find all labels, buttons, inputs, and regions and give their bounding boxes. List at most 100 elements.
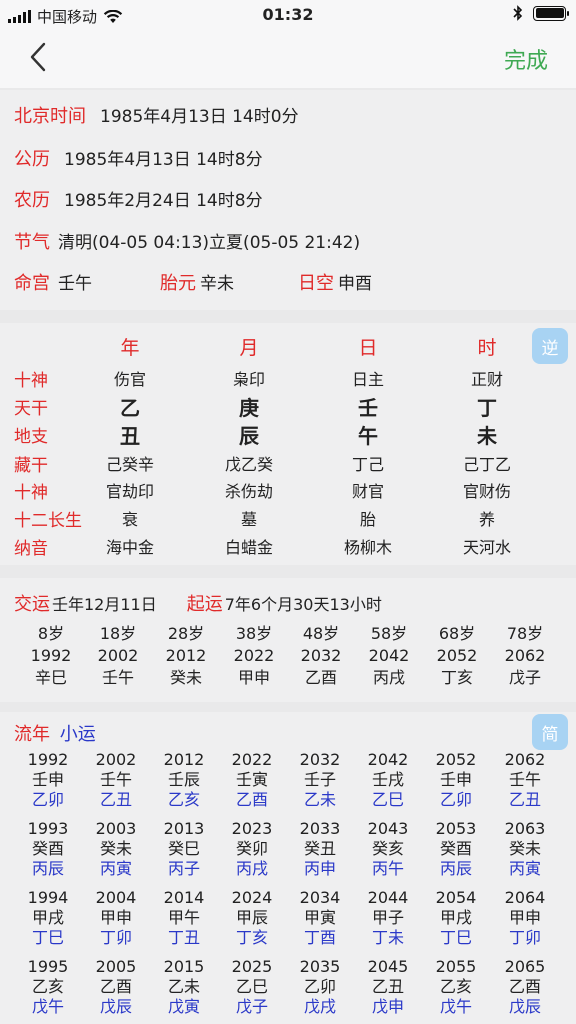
dayun-column: 48岁 2032 乙酉 bbox=[287, 623, 355, 689]
liunian-column: 2015 乙未 戊寅 bbox=[150, 957, 218, 1017]
liunian-ganzhi: 癸酉 bbox=[31, 839, 64, 858]
rikong-label: 日空 bbox=[298, 273, 334, 294]
liunian-title-label: 流年 bbox=[14, 724, 50, 745]
pillar-cell: 午 bbox=[358, 424, 378, 448]
liunian-column: 2063 癸未 丙寅 bbox=[491, 819, 559, 879]
xiaoyun-ganzhi: 戊寅 bbox=[167, 997, 200, 1016]
pillar-cell: 养 bbox=[478, 510, 495, 529]
liunian-year: 2012 bbox=[163, 750, 205, 769]
liunian-ganzhi: 乙酉 bbox=[508, 977, 541, 996]
pillar-cell: 己丁乙 bbox=[462, 455, 511, 474]
liunian-year: 2053 bbox=[435, 819, 477, 838]
dayun-year: 2062 bbox=[504, 646, 546, 665]
pillar-cell: 丑 bbox=[120, 424, 140, 448]
dayun-year: 2002 bbox=[97, 646, 139, 665]
battery-icon bbox=[533, 5, 569, 21]
pillar-cell: 白蜡金 bbox=[224, 538, 273, 557]
jieqi-value: 清明(04-05 04:13)立夏(05-05 21:42) bbox=[58, 233, 361, 253]
liunian-year: 2054 bbox=[435, 888, 477, 907]
liunian-ganzhi: 癸卯 bbox=[235, 839, 268, 858]
liunian-column: 2014 甲午 丁丑 bbox=[150, 888, 218, 948]
pillar-cell: 墓 bbox=[240, 510, 257, 529]
beijing-time-label: 北京时间 bbox=[14, 106, 86, 127]
liunian-column: 2052 壬申 乙卯 bbox=[422, 750, 490, 810]
pillar-row-label: 天干 bbox=[14, 399, 48, 419]
bluetooth-icon bbox=[513, 5, 523, 21]
xiaoyun-ganzhi: 丁巳 bbox=[31, 928, 64, 947]
pillar-header-month: 月 bbox=[239, 337, 259, 359]
xiaoyun-ganzhi: 乙丑 bbox=[508, 790, 541, 809]
liunian-ganzhi: 甲寅 bbox=[303, 908, 336, 927]
liunian-ganzhi: 甲戌 bbox=[439, 908, 472, 927]
dayun-year: 2042 bbox=[368, 646, 410, 665]
reverse-badge-button[interactable]: 逆 bbox=[532, 328, 568, 364]
dayun-age: 38岁 bbox=[235, 624, 273, 643]
liunian-year: 2035 bbox=[299, 957, 341, 976]
pillar-header-day: 日 bbox=[358, 337, 378, 359]
liunian-column: 2034 甲寅 丁酉 bbox=[286, 888, 354, 948]
dayun-column: 78岁 2062 戊子 bbox=[491, 623, 559, 689]
liunian-ganzhi: 癸未 bbox=[99, 839, 132, 858]
liunian-ganzhi: 甲子 bbox=[371, 908, 404, 927]
xiaoyun-ganzhi: 丙寅 bbox=[99, 859, 132, 878]
liunian-ganzhi: 甲申 bbox=[508, 908, 541, 927]
dayun-year: 2032 bbox=[300, 646, 342, 665]
liunian-ganzhi: 壬辰 bbox=[167, 770, 200, 789]
dayun-column: 58岁 2042 丙戌 bbox=[355, 623, 423, 689]
nongli-label: 农历 bbox=[14, 190, 50, 211]
liunian-column: 2042 壬戌 乙巳 bbox=[354, 750, 422, 810]
liunian-ganzhi: 癸亥 bbox=[371, 839, 404, 858]
dayun-column: 68岁 2052 丁亥 bbox=[423, 623, 491, 689]
xiaoyun-ganzhi: 丁酉 bbox=[303, 928, 336, 947]
liunian-ganzhi: 壬子 bbox=[303, 770, 336, 789]
pillar-cell: 戊乙癸 bbox=[224, 455, 273, 474]
done-button[interactable]: 完成 bbox=[504, 43, 548, 75]
dayun-age: 78岁 bbox=[506, 624, 544, 643]
liunian-year: 2025 bbox=[231, 957, 273, 976]
liunian-column: 2025 乙巳 戊子 bbox=[218, 957, 286, 1017]
liunian-year: 2052 bbox=[435, 750, 477, 769]
liunian-column: 2023 癸卯 丙戌 bbox=[218, 819, 286, 879]
back-icon[interactable] bbox=[24, 40, 54, 74]
dayun-ganzhi: 丁亥 bbox=[440, 668, 473, 687]
liunian-ganzhi: 壬申 bbox=[439, 770, 472, 789]
jieqi-row: 节气 清明(04-05 04:13)立夏(05-05 21:42) bbox=[14, 228, 360, 254]
rikong-value: 申酉 bbox=[338, 274, 372, 294]
pillar-row-label: 十神 bbox=[14, 483, 48, 503]
liunian-column: 2043 癸亥 丙午 bbox=[354, 819, 422, 879]
simplified-badge-button[interactable]: 简 bbox=[532, 714, 568, 750]
liunian-column: 2054 甲戌 丁巳 bbox=[422, 888, 490, 948]
liunian-column: 1995 乙亥 戊午 bbox=[14, 957, 82, 1017]
liunian-ganzhi: 乙丑 bbox=[371, 977, 404, 996]
pillar-cell: 杨柳木 bbox=[343, 538, 392, 557]
gongli-label: 公历 bbox=[14, 149, 50, 170]
jieqi-label: 节气 bbox=[14, 232, 50, 253]
xiaoyun-ganzhi: 乙丑 bbox=[99, 790, 132, 809]
liunian-column: 2022 壬寅 乙酉 bbox=[218, 750, 286, 810]
liunian-column: 2053 癸酉 丙辰 bbox=[422, 819, 490, 879]
liunian-year: 2043 bbox=[367, 819, 409, 838]
liunian-column: 1994 甲戌 丁巳 bbox=[14, 888, 82, 948]
pillar-cell: 海中金 bbox=[105, 538, 154, 557]
liunian-year: 2005 bbox=[95, 957, 137, 976]
dayun-age: 68岁 bbox=[438, 624, 476, 643]
xiaoyun-ganzhi: 丙辰 bbox=[31, 859, 64, 878]
pillar-cell: 丁 bbox=[477, 396, 497, 420]
beijing-time-row: 北京时间 1985年4月13日 14时0分 bbox=[14, 102, 299, 128]
pillar-row-label: 藏干 bbox=[14, 456, 48, 476]
xiaoyun-ganzhi: 丙子 bbox=[167, 859, 200, 878]
taiyuan-value: 辛未 bbox=[200, 274, 234, 294]
xiaoyun-ganzhi: 丁未 bbox=[371, 928, 404, 947]
pillar-cell: 财官 bbox=[351, 482, 384, 501]
navigation-bar: 完成 bbox=[0, 30, 576, 88]
dayun-age: 28岁 bbox=[167, 624, 205, 643]
gongli-value: 1985年4月13日 14时8分 bbox=[64, 150, 263, 170]
liunian-ganzhi: 壬申 bbox=[31, 770, 64, 789]
liunian-column: 2024 甲辰 丁亥 bbox=[218, 888, 286, 948]
liunian-column: 2012 壬辰 乙亥 bbox=[150, 750, 218, 810]
pillar-header-year: 年 bbox=[120, 337, 140, 359]
xiaoyun-ganzhi: 戊午 bbox=[31, 997, 64, 1016]
liunian-year: 1992 bbox=[27, 750, 69, 769]
dayun-column: 18岁 2002 壬午 bbox=[84, 623, 152, 689]
dayun-ganzhi: 辛巳 bbox=[34, 668, 67, 687]
